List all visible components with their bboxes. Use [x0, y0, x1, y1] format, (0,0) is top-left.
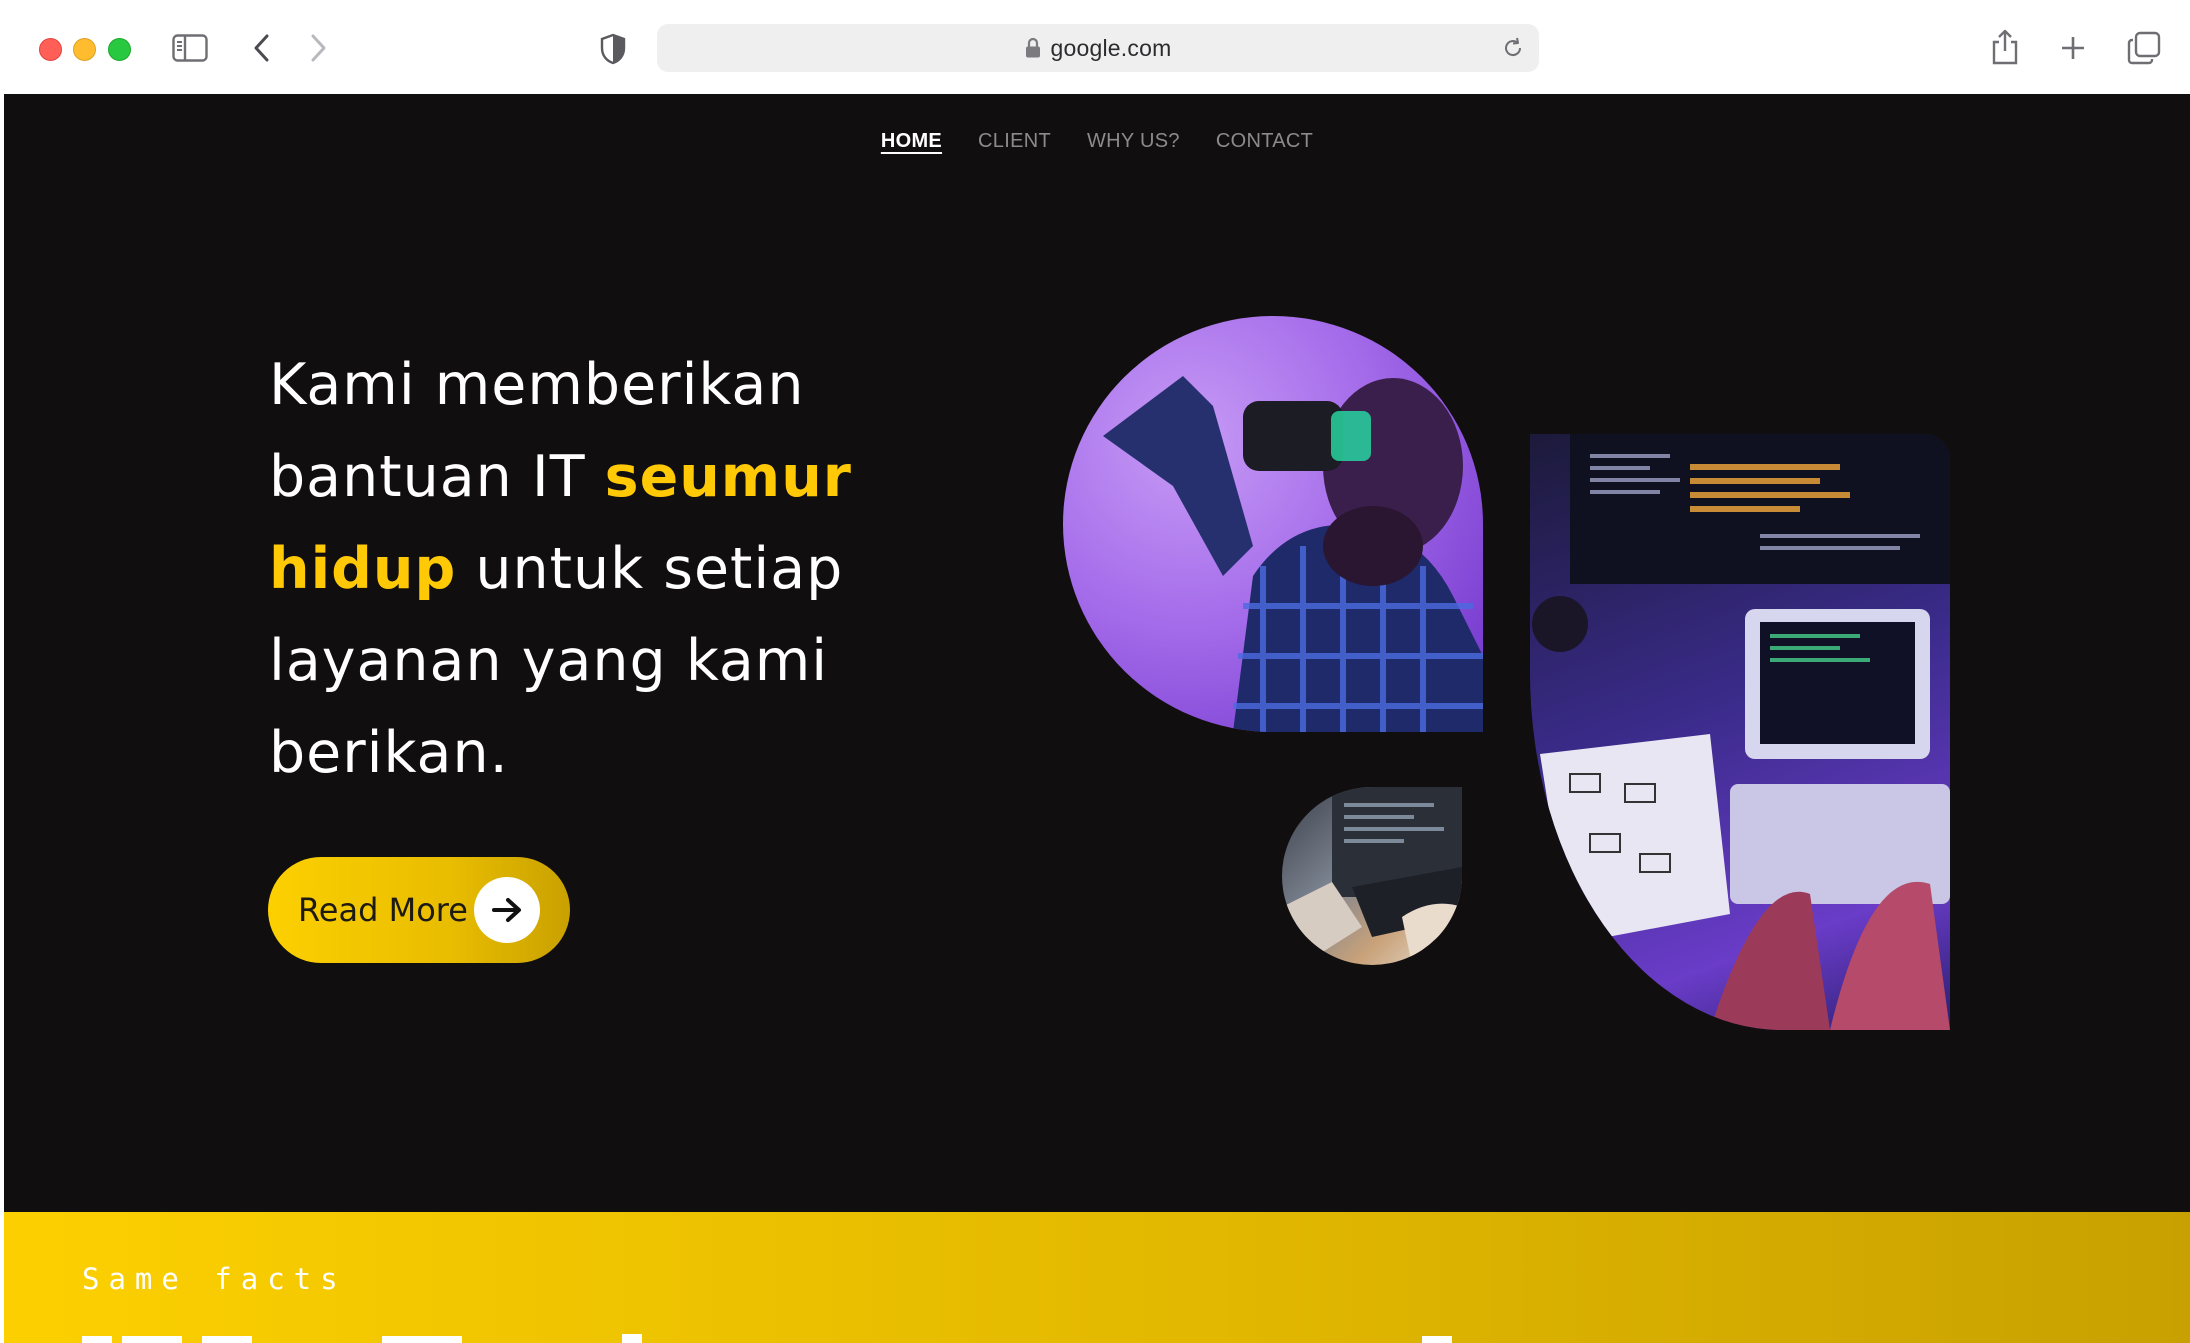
hero-line-4: layanan yang kami [269, 628, 829, 694]
hero-line-3: hidup untuk setiap [269, 523, 909, 615]
main-nav: HOME CLIENT WHY US? CONTACT [4, 130, 2190, 153]
sidebar-icon[interactable] [170, 32, 210, 64]
vr-headset-photo [1063, 316, 1483, 732]
nav-why-us[interactable]: WHY US? [1087, 130, 1180, 153]
hero-line-3-text: untuk setiap [456, 536, 844, 602]
read-more-button[interactable]: Read More [268, 857, 570, 963]
read-more-label: Read More [298, 891, 468, 929]
hero-line-5: berikan. [269, 720, 509, 786]
close-window-button[interactable] [39, 38, 62, 61]
address-bar[interactable]: google.com [657, 24, 1539, 72]
url-text: google.com [1050, 34, 1172, 61]
new-tab-plus-icon[interactable] [2056, 30, 2090, 66]
minimize-window-button[interactable] [73, 38, 96, 61]
laptop-work-photo [1282, 787, 1462, 965]
browser-toolbar: google.com [0, 0, 2190, 94]
facts-label: Same facts [82, 1262, 347, 1296]
webpage: HOME CLIENT WHY US? CONTACT Kami memberi… [4, 94, 2190, 1343]
hero-line-2: bantuan IT seumur [269, 431, 909, 523]
facts-heading-cutoff [82, 1334, 1452, 1343]
tab-overview-icon[interactable] [2126, 30, 2162, 66]
reload-icon[interactable] [1501, 36, 1525, 60]
hero-highlight-seumur: seumur [604, 444, 852, 510]
privacy-shield-icon[interactable] [596, 30, 630, 68]
share-icon[interactable] [1988, 26, 2022, 68]
hero-line-1: Kami memberikan [269, 352, 805, 418]
hero-line-2-text: bantuan IT [269, 444, 605, 510]
hero-highlight-hidup: hidup [269, 536, 457, 602]
lock-icon [1025, 37, 1041, 59]
coding-desk-photo [1530, 434, 1950, 1030]
nav-home[interactable]: HOME [881, 130, 942, 153]
back-arrow-icon[interactable] [247, 30, 277, 66]
facts-section: Same facts [4, 1212, 2190, 1343]
arrow-right-icon [474, 877, 540, 943]
forward-arrow-icon[interactable] [303, 30, 333, 66]
nav-contact[interactable]: CONTACT [1216, 130, 1313, 153]
nav-client[interactable]: CLIENT [978, 130, 1051, 153]
hero-heading: Kami memberikan bantuan IT seumur hidup … [269, 339, 909, 799]
zoom-window-button[interactable] [108, 38, 131, 61]
